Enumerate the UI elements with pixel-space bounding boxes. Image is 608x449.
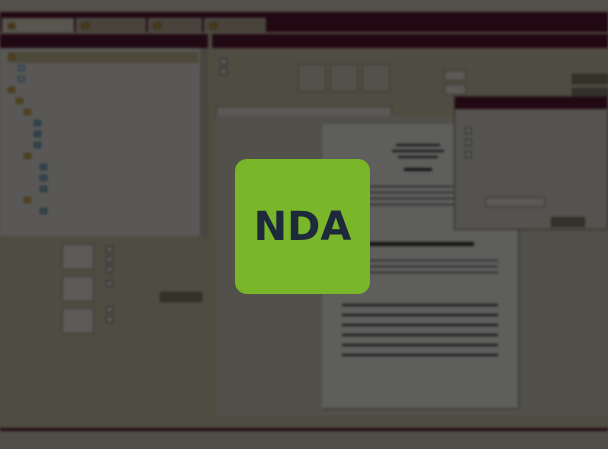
nda-watermark-badge: NDA	[235, 159, 370, 294]
nda-watermark-text: NDA	[253, 203, 352, 250]
application-window: NDA	[0, 0, 608, 449]
